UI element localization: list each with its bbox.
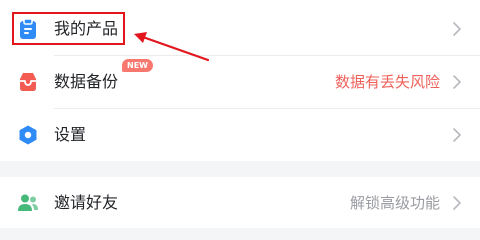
menu-item-label: 邀请好友 bbox=[54, 193, 119, 212]
gear-icon bbox=[19, 125, 37, 145]
new-badge: NEW bbox=[122, 59, 153, 72]
menu-group-main: 我的产品 数据备份 NEW 数据有丢失风险 设置 bbox=[0, 0, 480, 161]
chevron-right-icon bbox=[453, 22, 461, 36]
menu-item-my-products[interactable]: 我的产品 bbox=[0, 3, 480, 55]
menu-item-invite-friends[interactable]: 邀请好友 解锁高级功能 bbox=[0, 177, 480, 229]
menu-group-social: 邀请好友 解锁高级功能 bbox=[0, 177, 480, 228]
menu-item-label: 数据备份 bbox=[54, 72, 119, 91]
menu-item-settings[interactable]: 设置 bbox=[0, 109, 480, 161]
invite-hint-text: 解锁高级功能 bbox=[349, 194, 440, 212]
menu-item-label: 设置 bbox=[54, 125, 87, 144]
tray-backup-icon bbox=[20, 73, 36, 91]
chevron-right-icon bbox=[453, 75, 461, 89]
menu-item-data-backup[interactable]: 数据备份 NEW 数据有丢失风险 bbox=[0, 56, 480, 108]
clipboard-icon bbox=[20, 18, 36, 39]
menu-item-label: 我的产品 bbox=[54, 19, 119, 38]
chevron-right-icon bbox=[453, 128, 461, 142]
users-icon bbox=[18, 194, 38, 211]
chevron-right-icon bbox=[453, 196, 461, 210]
backup-status-text: 数据有丢失风险 bbox=[334, 73, 440, 91]
